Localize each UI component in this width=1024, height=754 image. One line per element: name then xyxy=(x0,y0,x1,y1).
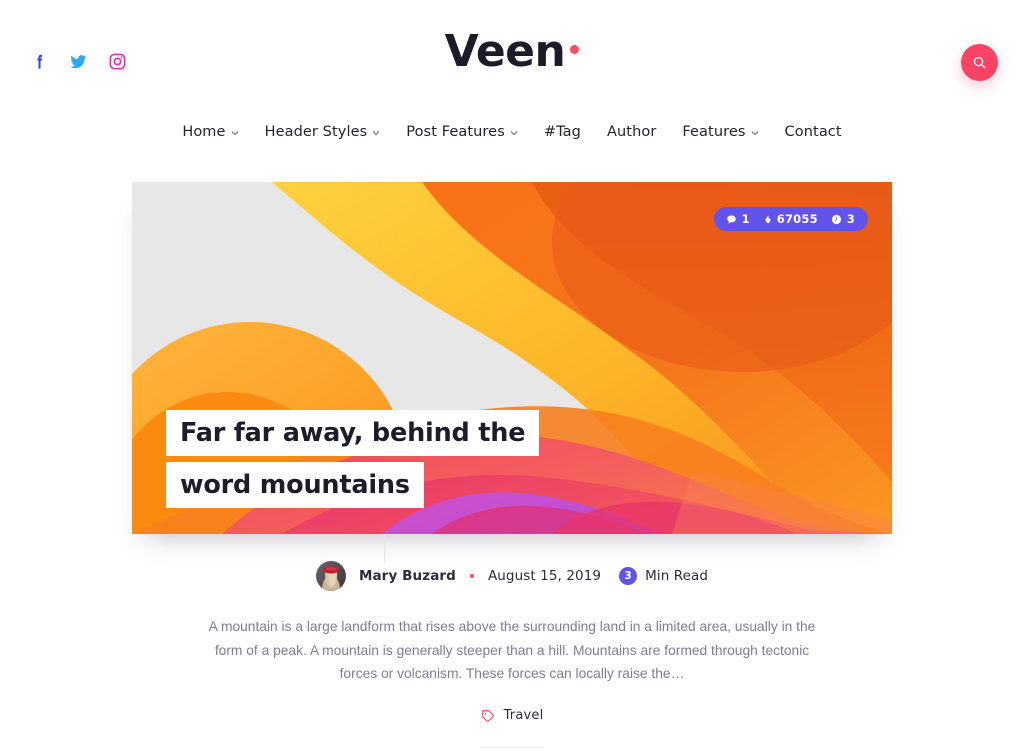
tag-link-travel[interactable]: Travel xyxy=(504,708,544,723)
nav-item-features[interactable]: Features xyxy=(669,124,771,140)
search-button[interactable] xyxy=(961,44,998,81)
avatar[interactable] xyxy=(315,561,346,591)
nav-item-tag[interactable]: #Tag xyxy=(531,124,594,140)
nav-label: #Tag xyxy=(543,124,581,140)
tag-icon xyxy=(481,709,495,723)
read-time-label: Min Read xyxy=(645,568,709,584)
post-meta: Mary Buzard August 15, 2019 3 Min Read xyxy=(0,561,1024,591)
comment-icon xyxy=(726,214,737,225)
site-logo[interactable]: Veen xyxy=(0,30,1024,90)
brand-name: Veen xyxy=(444,26,566,77)
post-title[interactable]: Far far away, behind the word mountains xyxy=(166,408,561,511)
nav-label: Header Styles xyxy=(264,124,368,140)
read-time-badge: 3 xyxy=(619,567,638,585)
chevron-down-icon xyxy=(751,129,759,137)
page-root: Veen Home Header Styles Post Features #T… xyxy=(0,0,1024,754)
post-author[interactable]: Mary Buzard xyxy=(359,568,456,584)
comments-stat: 1 xyxy=(726,212,750,226)
post-title-text: Far far away, behind the word mountains xyxy=(166,410,540,508)
nav-label: Contact xyxy=(784,124,842,140)
clock-icon xyxy=(831,214,842,225)
nav-label: Author xyxy=(606,124,657,140)
chevron-down-icon xyxy=(372,129,380,137)
comments-count: 1 xyxy=(741,212,750,226)
read-time-count: 3 xyxy=(846,212,855,226)
nav-item-author[interactable]: Author xyxy=(594,124,669,140)
bottom-divider xyxy=(480,747,544,749)
site-header: Veen xyxy=(0,0,1024,108)
brand-dot-icon xyxy=(570,45,580,55)
nav-label: Post Features xyxy=(406,124,505,140)
nav-label: Home xyxy=(182,124,226,140)
chevron-down-icon xyxy=(231,129,239,137)
nav-item-post-features[interactable]: Post Features xyxy=(393,124,531,140)
meta-separator-dot xyxy=(469,574,474,578)
nav-item-contact[interactable]: Contact xyxy=(772,124,855,140)
search-icon xyxy=(972,55,987,70)
nav-item-header-styles[interactable]: Header Styles xyxy=(252,124,394,140)
views-stat: 67055 xyxy=(763,212,818,226)
featured-image-wrapper: 1 67055 3 Far far away, behind the word … xyxy=(132,182,892,534)
chevron-down-icon xyxy=(510,129,518,137)
views-count: 67055 xyxy=(776,212,818,226)
nav-label: Features xyxy=(682,124,746,140)
post-tags: Travel xyxy=(0,708,1024,723)
post-excerpt: A mountain is a large landform that rise… xyxy=(208,619,816,682)
post-stats-pill: 1 67055 3 xyxy=(713,207,868,231)
nav-item-home[interactable]: Home xyxy=(169,124,251,140)
read-time-stat: 3 xyxy=(831,212,855,226)
flame-icon xyxy=(763,213,772,225)
main-navigation: Home Header Styles Post Features #Tag Au… xyxy=(0,108,1024,156)
featured-post: 1 67055 3 Far far away, behind the word … xyxy=(0,182,1024,749)
meta-vertical-divider xyxy=(384,534,385,563)
post-date: August 15, 2019 xyxy=(487,568,602,584)
